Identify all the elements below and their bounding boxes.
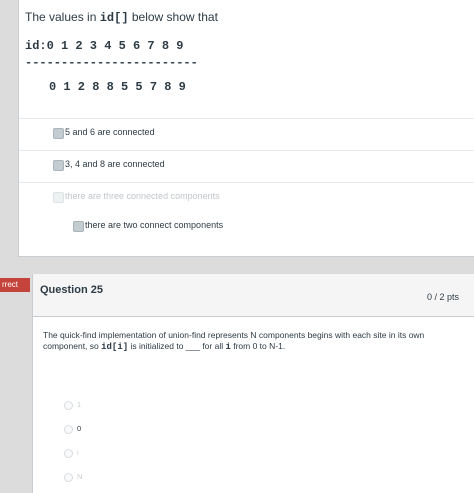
radio-icon[interactable] — [64, 473, 73, 482]
question-25-card: Question 25 0 / 2 pts The quick-find imp… — [32, 274, 474, 493]
checkbox-icon[interactable] — [53, 192, 64, 203]
radio-icon[interactable] — [64, 401, 73, 410]
question-header: Question 25 0 / 2 pts — [33, 274, 474, 317]
radio-icon[interactable] — [64, 425, 73, 434]
answer-option[interactable]: i — [33, 442, 474, 466]
answer-label: 3, 4 and 8 are connected — [65, 159, 165, 169]
option-label: N — [77, 472, 83, 481]
id-values-row: 0 1 2 8 8 5 5 7 8 9 — [49, 80, 186, 94]
option-label: 0 — [77, 424, 82, 433]
answer-label: there are three connected components — [65, 191, 220, 201]
status-tag: rrect — [0, 278, 30, 292]
prompt-code: id[] — [99, 11, 129, 25]
answer-option[interactable]: there are two connect components — [19, 212, 474, 242]
question-prompt: The values in id[] below show that — [25, 10, 218, 25]
question-points: 0 / 2 pts — [426, 292, 459, 302]
question-24-card: The values in id[] below show that id:0 … — [18, 0, 474, 257]
prompt-suffix: below show that — [128, 10, 218, 24]
answer-option[interactable]: 5 and 6 are connected — [19, 118, 474, 149]
question-title: Question 25 — [40, 284, 103, 296]
answer-label: there are two connect components — [85, 220, 224, 230]
answer-option[interactable]: 1 — [33, 394, 474, 418]
option-label: i — [77, 448, 79, 457]
question-text-part: from 0 to N-1. — [230, 341, 286, 351]
answer-option[interactable]: N — [33, 466, 474, 490]
checkbox-icon[interactable] — [53, 128, 64, 139]
answer-option[interactable]: 0 — [33, 418, 474, 442]
divider-dashes: ------------------------ — [25, 56, 198, 70]
answer-option[interactable]: 3, 4 and 8 are connected — [19, 150, 474, 181]
checkbox-icon[interactable] — [53, 160, 64, 171]
question-text-part: is initialized to ___ for all — [128, 341, 226, 351]
option-label: 1 — [77, 400, 82, 409]
radio-icon[interactable] — [64, 449, 73, 458]
answer-label: 5 and 6 are connected — [65, 127, 155, 137]
code-snippet: id[i] — [101, 342, 129, 352]
answer-option[interactable]: there are three connected components — [19, 182, 474, 213]
checkbox-icon[interactable] — [73, 221, 84, 232]
id-index-row: id:0 1 2 3 4 5 6 7 8 9 — [25, 39, 184, 53]
question-text: The quick-find implementation of union-f… — [43, 330, 443, 353]
prompt-prefix: The values in — [25, 10, 100, 24]
